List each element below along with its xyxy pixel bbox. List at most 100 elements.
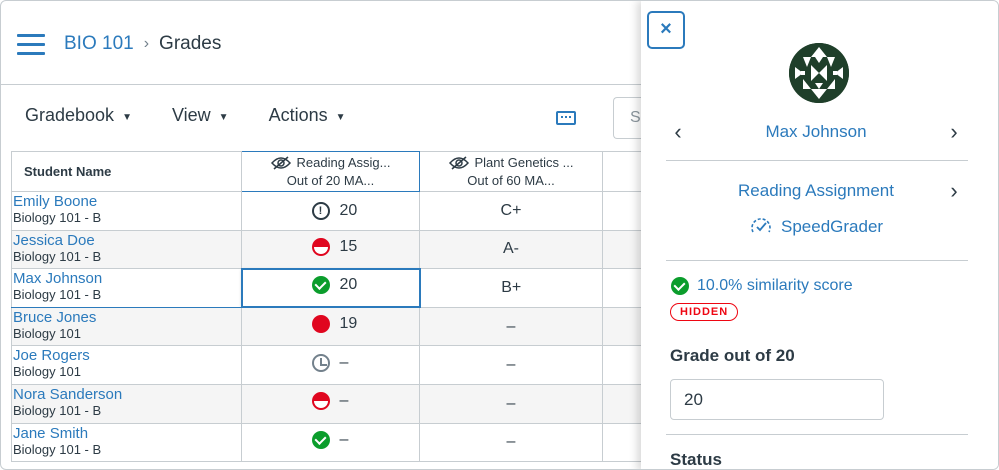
student-section: Biology 101 - B [13,287,102,303]
grade-value: 20 [339,202,358,220]
assignment-title: Reading Assig... [296,154,391,170]
similarity-score-link[interactable]: 10.0% similarity score [697,277,853,295]
assignment-nav: ‹ Reading Assignment › [666,178,966,204]
grade-cell[interactable]: – [419,306,603,347]
grade-value: B+ [501,278,522,296]
grade-value: 15 [339,237,358,255]
full-circle-icon [311,315,330,334]
actions-menu-label: Actions [268,105,328,125]
student-cell: Jane Smith Biology 101 - B [11,422,242,463]
table-row: Joe Rogers Biology 101 – – [11,345,643,385]
student-name-link[interactable]: Emily Boone [13,194,241,210]
header-bar: BIO 101 › Grades [1,1,641,85]
table-row: Bruce Jones Biology 101 19 – [11,306,643,347]
table-row: Jane Smith Biology 101 - B – – [11,422,643,463]
close-tray-button[interactable]: × [647,11,685,49]
check-circle-icon [311,276,330,295]
student-name-link[interactable]: Max Johnson [765,122,866,142]
column-header-reading-assignment[interactable]: Reading Assig... Out of 20 MA... [241,151,420,192]
grade-cell[interactable]: 19 [241,306,420,347]
breadcrumb-course-link[interactable]: BIO 101 [64,33,134,55]
keyboard-shortcuts-icon[interactable] [556,111,576,125]
hidden-badge: HIDDEN [670,303,739,321]
half-circle-icon [311,392,330,411]
previous-student-icon[interactable]: ‹ [666,119,690,145]
avatar-pattern-icon [789,43,849,103]
divider [666,434,968,435]
avatar [789,43,849,103]
grade-value: – [339,392,349,410]
check-circle-icon [311,430,330,449]
column-header-plant-genetics[interactable]: Plant Genetics ... Out of 60 MA... [419,151,603,192]
similarity-score[interactable]: 10.0% similarity score [671,277,853,295]
grade-value: – [339,430,349,448]
hidden-eye-icon [448,155,469,170]
assignment-name-link[interactable]: Reading Assignment [738,181,894,201]
assignment-subtitle: Out of 20 MA... [286,172,375,188]
check-circle-icon [671,277,689,295]
student-section: Biology 101 - B [13,210,102,225]
divider [666,260,968,261]
grade-value: – [506,394,516,412]
grade-cell [602,345,643,385]
next-student-icon[interactable]: › [942,119,966,145]
student-name-link[interactable]: Max Johnson [13,271,241,287]
student-name-link[interactable]: Jessica Doe [13,232,241,249]
grade-cell[interactable]: – [419,345,603,385]
grade-cell [602,383,643,424]
grade-value: – [506,356,516,374]
student-cell: Jessica Doe Biology 101 - B [11,229,242,270]
grade-value: 20 [339,276,358,294]
table-row: Jessica Doe Biology 101 - B 15 A- [11,229,643,270]
student-section: Biology 101 [13,325,81,341]
grade-cell[interactable]: – [241,383,420,424]
grade-value: – [506,317,516,335]
view-menu-button[interactable]: View ▼ [172,105,229,126]
assignment-subtitle: Out of 60 MA... [467,172,555,188]
student-cell: Bruce Jones Biology 101 [11,306,242,347]
grade-value: A- [503,240,519,258]
app-window: BIO 101 › Grades Gradebook ▼ View ▼ Acti… [0,0,999,470]
grade-value: C+ [500,201,522,219]
grade-cell[interactable]: 20 [240,267,421,309]
student-name-link[interactable]: Jane Smith [13,425,241,442]
table-row: Emily Boone Biology 101 - B! 20 C+ [11,191,643,231]
assignment-title: Plant Genetics ... [474,154,574,170]
student-name-link[interactable]: Nora Sanderson [13,386,241,403]
student-cell: Emily Boone Biology 101 - B [11,191,242,231]
student-section: Biology 101 - B [13,402,102,418]
grade-cell[interactable]: – [419,383,603,424]
status-label: Status [670,450,722,469]
column-header-student-name[interactable]: Student Name [11,151,242,192]
student-nav: ‹ Max Johnson › [666,119,966,145]
breadcrumb-current: Grades [159,33,222,54]
actions-menu-button[interactable]: Actions ▼ [269,105,346,126]
speedgrader-link[interactable]: SpeedGrader [749,217,883,237]
student-name-link[interactable]: Joe Rogers [13,348,241,364]
hamburger-menu-icon[interactable] [17,34,45,56]
grade-cell[interactable]: C+ [419,191,603,231]
student-name-link[interactable]: Bruce Jones [13,309,241,326]
student-section: Biology 101 - B [13,441,102,457]
grade-cell[interactable]: ! 20 [241,191,420,231]
grade-cell[interactable]: B+ [419,268,603,308]
grade-cell [602,422,643,463]
exclamation-icon: ! [311,202,330,221]
grade-cell[interactable]: – [241,422,420,463]
view-menu-label: View [171,105,211,125]
grade-cell[interactable]: A- [419,229,603,270]
student-section: Biology 101 - B [13,248,102,264]
grade-cell[interactable]: – [419,422,603,463]
breadcrumb-separator: › [143,35,150,52]
gradebook-menu-button[interactable]: Gradebook ▼ [25,105,132,126]
hidden-eye-icon [270,155,291,170]
grade-input[interactable] [670,379,884,420]
grade-cell[interactable]: 15 [241,229,420,270]
grade-cell[interactable]: – [241,345,420,385]
speedgrader-label: SpeedGrader [781,217,884,236]
grade-label: Grade out of 20 [670,346,795,365]
caret-down-icon: ▼ [335,111,346,123]
column-header-empty [602,151,643,192]
next-assignment-icon[interactable]: › [942,178,966,204]
gradebook-grid: Student Name Reading Assig... Out of 20 … [11,151,643,463]
